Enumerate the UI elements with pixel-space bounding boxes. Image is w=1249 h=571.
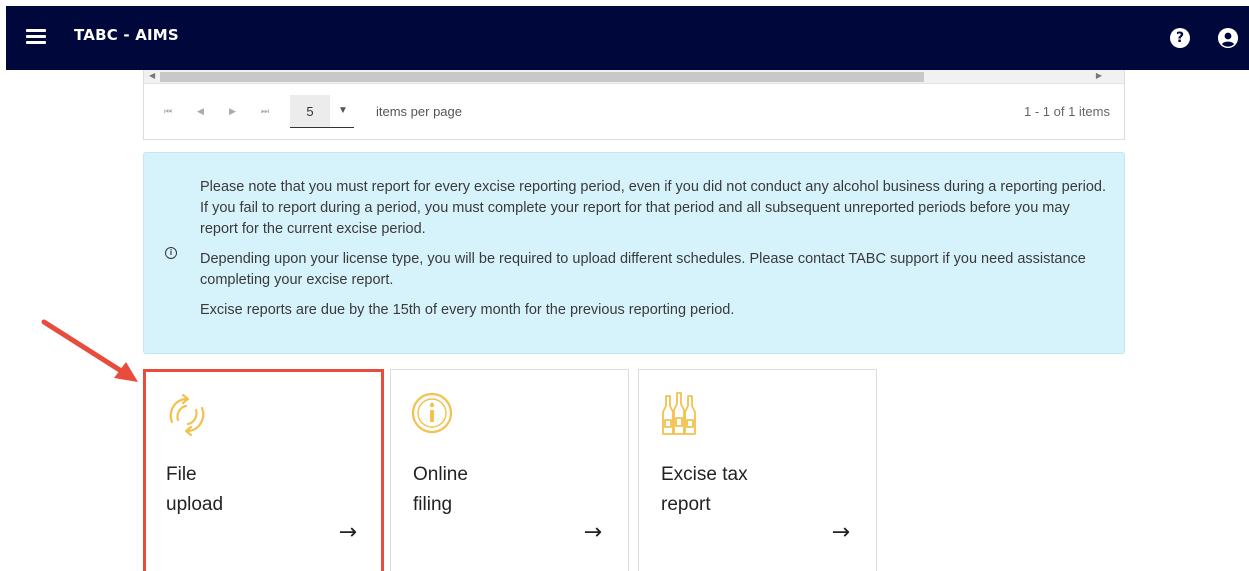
tile-title: Online filing bbox=[413, 460, 563, 520]
info-circle-icon bbox=[411, 392, 453, 434]
tile-title: Excise tax report bbox=[661, 460, 811, 520]
arrow-right-icon: → bbox=[831, 520, 850, 545]
info-icon: i bbox=[165, 247, 177, 259]
items-per-page-label: items per page bbox=[376, 104, 462, 119]
notice-text: Please note that you must report for eve… bbox=[200, 177, 1110, 330]
notice-paragraph: Excise reports are due by the 15th of ev… bbox=[200, 302, 735, 318]
top-app-bar: TABC - AIMS ? bbox=[6, 6, 1249, 70]
notice-paragraph: Depending upon your license type, you wi… bbox=[200, 251, 1086, 288]
page-size-select[interactable]: 5 ▼ bbox=[290, 95, 354, 128]
excise-tax-report-tile[interactable]: Excise tax report → bbox=[638, 369, 877, 571]
tile-title-line: Excise tax bbox=[661, 464, 748, 485]
tile-title-line: File bbox=[166, 464, 197, 485]
scrollbar-thumb[interactable] bbox=[160, 72, 924, 82]
bottles-icon bbox=[662, 392, 696, 435]
first-page-icon[interactable]: ⏮ bbox=[164, 106, 172, 117]
last-page-icon[interactable]: ⏭ bbox=[261, 106, 269, 117]
arrow-right-icon: → bbox=[583, 520, 602, 545]
sync-arrows-icon bbox=[169, 393, 205, 437]
account-circle-icon[interactable] bbox=[1218, 28, 1238, 48]
previous-page-icon[interactable]: ◀ bbox=[197, 106, 204, 117]
pager-info: 1 - 1 of 1 items bbox=[1024, 104, 1110, 119]
grid-footer: ◀ ▶ ⏮ ◀ ▶ ⏭ 5 ▼ items per page 1 - 1 of … bbox=[143, 70, 1125, 140]
tile-title-line: report bbox=[661, 494, 711, 515]
file-upload-tile[interactable]: File upload → bbox=[143, 369, 384, 571]
page-size-value: 5 bbox=[290, 95, 330, 127]
tile-title-line: upload bbox=[166, 494, 224, 515]
help-icon[interactable]: ? bbox=[1170, 28, 1190, 48]
dropdown-caret-icon: ▼ bbox=[338, 105, 348, 116]
pager: ⏮ ◀ ▶ ⏭ 5 ▼ items per page 1 - 1 of 1 it… bbox=[144, 84, 1124, 140]
tile-title-line: filing bbox=[413, 494, 453, 515]
tile-title: File upload bbox=[166, 460, 316, 520]
next-page-icon[interactable]: ▶ bbox=[229, 106, 236, 117]
excise-notice: i Please note that you must report for e… bbox=[143, 152, 1125, 354]
scroll-left-icon[interactable]: ◀ bbox=[149, 71, 155, 80]
tile-title-line: Online bbox=[413, 464, 468, 485]
red-pointer-arrow-icon bbox=[41, 319, 138, 382]
scroll-right-icon[interactable]: ▶ bbox=[1096, 71, 1102, 80]
app-title: TABC - AIMS bbox=[74, 26, 179, 44]
arrow-right-icon: → bbox=[338, 520, 357, 545]
horizontal-scrollbar[interactable]: ◀ ▶ bbox=[144, 70, 1124, 84]
notice-paragraph: Please note that you must report for eve… bbox=[200, 179, 1106, 237]
hamburger-menu-icon[interactable] bbox=[26, 26, 48, 48]
online-filing-tile[interactable]: Online filing → bbox=[390, 369, 629, 571]
